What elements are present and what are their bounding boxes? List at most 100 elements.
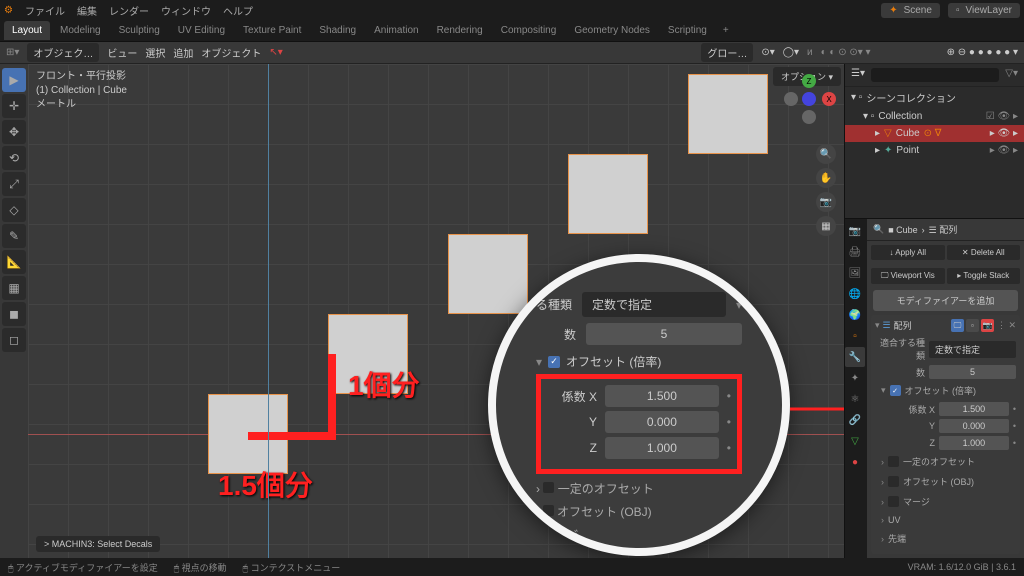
tab-sculpting[interactable]: Sculpting <box>111 21 168 40</box>
tool-extra2[interactable]: ◻ <box>2 328 26 352</box>
prop-z-input[interactable]: 1.000 <box>939 436 1009 450</box>
breadcrumb-cube[interactable]: ■ Cube <box>888 225 917 235</box>
zoom-icon[interactable]: 🔍 <box>816 144 836 164</box>
menu-window[interactable]: ウィンドウ <box>161 3 211 18</box>
tab-rendering[interactable]: Rendering <box>429 21 491 40</box>
overlay-icons[interactable]: ◐ ◐ ⊙ ⊙▾ ▾ <box>821 47 871 58</box>
outliner-scene-collection[interactable]: ▾ ▫ シーンコレクション <box>845 87 1024 108</box>
ptab-physics[interactable]: ⚛ <box>845 389 865 409</box>
tab-uv[interactable]: UV Editing <box>170 21 233 40</box>
ptab-view[interactable]: 🖼 <box>845 263 865 283</box>
prop-const-check[interactable] <box>888 456 899 467</box>
tool-add-cube[interactable]: ▦ <box>2 276 26 300</box>
tab-geo[interactable]: Geometry Nodes <box>566 21 658 40</box>
persp-icon[interactable]: ▦ <box>816 216 836 236</box>
btn-viewport-vis[interactable]: 🖵 Viewport Vis <box>871 268 945 284</box>
viewlayer-selector[interactable]: ▫ViewLayer <box>948 3 1020 18</box>
ptab-mesh[interactable]: ▽ <box>845 431 865 451</box>
shading-icons[interactable]: ⊕ ⊖ ● ● ● ● ● ▾ <box>947 47 1018 58</box>
modifier-name[interactable]: 配列 <box>894 319 912 332</box>
prop-offset-check[interactable]: ✓ <box>890 385 901 396</box>
snap-icon[interactable]: ⊙▾ <box>761 47 774 58</box>
camera-icon[interactable]: 📷 <box>816 192 836 212</box>
add-workspace-button[interactable]: + <box>717 25 735 36</box>
tool-move[interactable]: ✥ <box>2 120 26 144</box>
tab-scripting[interactable]: Scripting <box>660 21 715 40</box>
viewport-3d[interactable]: フロント・平行投影 (1) Collection | Cube メートル オプシ… <box>28 64 844 558</box>
outliner-search[interactable] <box>871 68 999 82</box>
tool-measure[interactable]: 📐 <box>2 250 26 274</box>
scene-selector[interactable]: ✦Scene <box>881 3 940 18</box>
ptab-material[interactable]: ● <box>845 452 865 472</box>
tool-select-box[interactable]: ▶ <box>2 68 26 92</box>
tool-cursor[interactable]: ✛ <box>2 94 26 118</box>
ptab-render[interactable]: 📷 <box>845 221 865 241</box>
outliner-cube[interactable]: ▸ ▽ Cube ⊙ ∇▸ 👁 ▸ <box>845 125 1024 142</box>
ptab-constraint[interactable]: 🔗 <box>845 410 865 430</box>
prop-y-input[interactable]: 0.000 <box>939 419 1009 433</box>
menu-help[interactable]: ヘルプ <box>223 3 253 18</box>
cube-instance-5[interactable] <box>688 74 768 154</box>
magnet-icon[interactable]: ᴎ <box>807 47 813 58</box>
menu-file[interactable]: ファイル <box>25 3 65 18</box>
mag-fit-select[interactable]: 定数で指定 <box>582 292 726 317</box>
ptab-output[interactable]: 🖨 <box>845 242 865 262</box>
mag-x-input[interactable]: 1.500 <box>605 385 719 407</box>
mag-count-input[interactable]: 5 <box>586 323 742 345</box>
mag-merge[interactable]: マージ <box>543 528 579 542</box>
mag-obj-offset[interactable]: オフセット (OBJ) <box>557 505 652 519</box>
cube-instance-3[interactable] <box>448 234 528 314</box>
outliner-point[interactable]: ▸ ✦ Point▸ 👁 ▸ <box>845 142 1024 159</box>
tab-texture[interactable]: Texture Paint <box>235 21 309 40</box>
mag-offset-check[interactable]: ✓ <box>548 356 560 368</box>
gizmo-neg-z[interactable] <box>802 110 816 124</box>
cursor-tool-icon[interactable]: ↖▾ <box>269 47 282 58</box>
mag-z-input[interactable]: 1.000 <box>605 437 719 459</box>
ptab-object[interactable]: ▫ <box>845 326 865 346</box>
btn-delete-all[interactable]: ✕ Delete All <box>947 245 1021 260</box>
prop-uv[interactable]: UV <box>888 515 901 525</box>
mag-const-offset[interactable]: 一定のオフセット <box>558 482 654 496</box>
ptab-particle[interactable]: ✦ <box>845 368 865 388</box>
prop-fit-select[interactable]: 定数で指定 <box>929 341 1016 358</box>
proportional-icon[interactable]: ◯▾ <box>783 47 799 58</box>
editor-type-icon[interactable]: ⊞▾ <box>6 47 19 58</box>
mod-icon-render[interactable]: 📷 <box>981 319 994 332</box>
prop-x-input[interactable]: 1.500 <box>939 402 1009 416</box>
gizmo-y[interactable] <box>802 92 816 106</box>
add-modifier-button[interactable]: モディファイアーを追加 <box>873 290 1018 311</box>
prop-count-input[interactable]: 5 <box>929 365 1016 379</box>
btn-apply-all[interactable]: ↓ Apply All <box>871 245 945 260</box>
machin3-panel[interactable]: > MACHIN3: Select Decals <box>36 536 160 552</box>
header-select[interactable]: 選択 <box>145 45 165 60</box>
outliner-filter-icon[interactable]: ▽▾ <box>1005 68 1018 82</box>
mod-icon-display[interactable]: 🖵 <box>951 319 964 332</box>
ptab-world[interactable]: 🌍 <box>845 305 865 325</box>
outliner-collection[interactable]: ▾ ▫ Collection☑ 👁 ▸ <box>845 108 1024 125</box>
breadcrumb-array[interactable]: ☰ 配列 <box>929 223 958 236</box>
menu-render[interactable]: レンダー <box>109 3 149 18</box>
header-view[interactable]: ビュー <box>107 45 137 60</box>
ptab-scene[interactable]: 🌐 <box>845 284 865 304</box>
outliner-type-icon[interactable]: ☰▾ <box>851 68 865 82</box>
header-add[interactable]: 追加 <box>173 45 193 60</box>
tab-animation[interactable]: Animation <box>366 21 426 40</box>
menu-edit[interactable]: 編集 <box>77 3 97 18</box>
transform-orientation[interactable]: グロー… <box>701 43 753 62</box>
pan-icon[interactable]: ✋ <box>816 168 836 188</box>
mod-menu[interactable]: ⋮ ✕ <box>997 320 1016 331</box>
header-object[interactable]: オブジェクト <box>201 45 261 60</box>
gizmo-z[interactable]: Z <box>802 74 816 88</box>
prop-merge[interactable]: マージ <box>903 495 930 508</box>
prop-const-offset[interactable]: 一定のオフセット <box>903 455 975 468</box>
cube-instance-4[interactable] <box>568 154 648 234</box>
tool-extra1[interactable]: ◼ <box>2 302 26 326</box>
tab-compositing[interactable]: Compositing <box>493 21 565 40</box>
ptab-modifier[interactable]: 🔧 <box>845 347 865 367</box>
gizmo-neg-x[interactable] <box>784 92 798 106</box>
gizmo-x[interactable]: X <box>822 92 836 106</box>
tab-shading[interactable]: Shading <box>311 21 364 40</box>
mod-icon-edit[interactable]: ▫ <box>966 319 979 332</box>
tool-annotate[interactable]: ✎ <box>2 224 26 248</box>
tool-rotate[interactable]: ⟲ <box>2 146 26 170</box>
